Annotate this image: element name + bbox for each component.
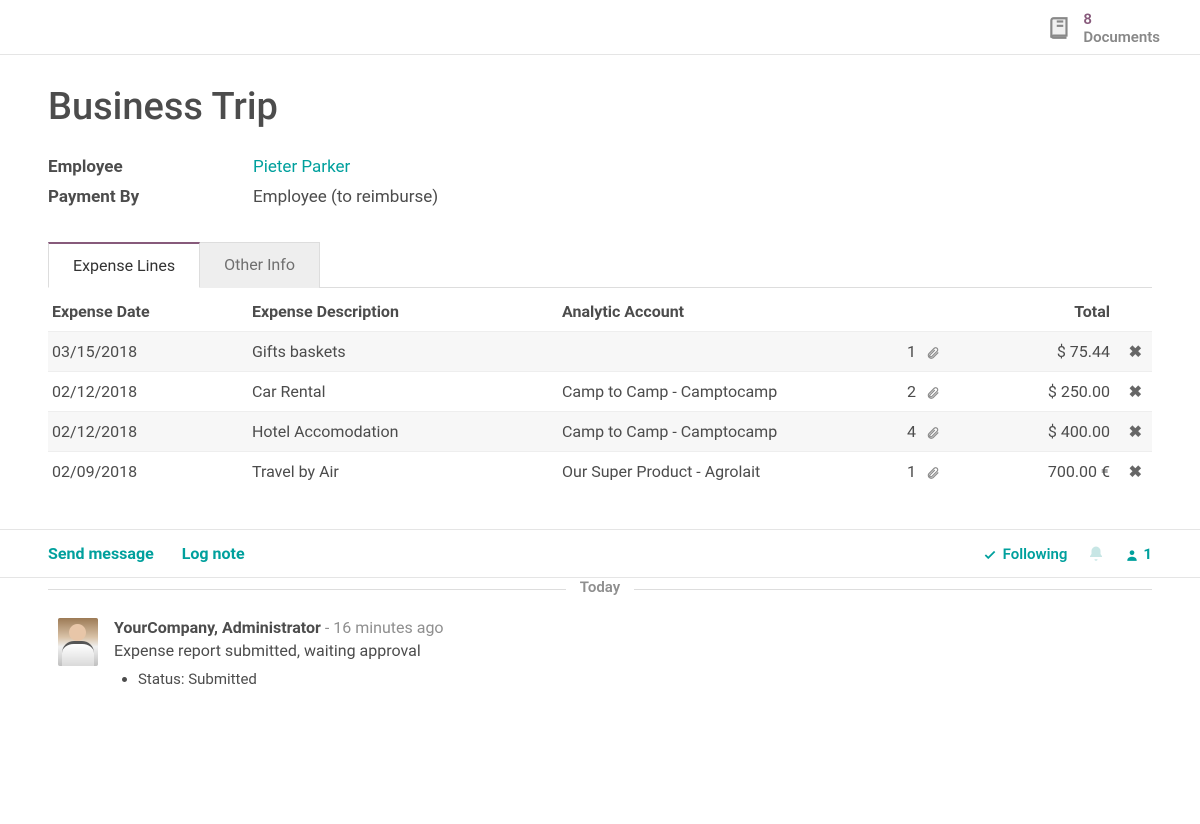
expense-table: Expense Date Expense Description Analyti…	[48, 288, 1152, 491]
payment-by-value: Employee (to reimburse)	[253, 187, 438, 207]
top-bar: 8 Documents	[0, 0, 1200, 55]
table-row[interactable]: 02/12/2018 Car Rental Camp to Camp - Cam…	[48, 372, 1152, 412]
col-date[interactable]: Expense Date	[48, 288, 248, 332]
delete-icon[interactable]: ✖	[1123, 382, 1148, 401]
table-row[interactable]: 02/12/2018 Hotel Accomodation Camp to Ca…	[48, 412, 1152, 452]
message-time: - 16 minutes ago	[325, 618, 444, 637]
table-row[interactable]: 03/15/2018 Gifts baskets 1 $ 75.44 ✖	[48, 332, 1152, 372]
cell-date: 03/15/2018	[48, 332, 248, 372]
cell-analytic: Our Super Product - Agrolait	[558, 452, 874, 492]
cell-analytic: Camp to Camp - Camptocamp	[558, 412, 874, 452]
tab-bar: Expense Lines Other Info	[48, 241, 1152, 288]
col-attachments	[874, 288, 944, 332]
chatter-message: YourCompany, Administrator - 16 minutes …	[0, 600, 1200, 702]
following-label: Following	[1003, 545, 1068, 563]
bell-icon[interactable]	[1087, 544, 1105, 563]
employee-field: Employee Pieter Parker	[48, 157, 1152, 177]
cell-analytic	[558, 332, 874, 372]
col-total[interactable]: Total	[944, 288, 1114, 332]
person-icon	[1125, 545, 1139, 563]
log-note-button[interactable]: Log note	[182, 544, 245, 563]
delete-icon[interactable]: ✖	[1123, 462, 1148, 481]
date-separator-label: Today	[566, 578, 634, 596]
payment-by-label: Payment By	[48, 187, 253, 207]
col-analytic[interactable]: Analytic Account	[558, 288, 874, 332]
followers-count: 1	[1143, 545, 1152, 563]
send-message-button[interactable]: Send message	[48, 544, 154, 563]
cell-date: 02/12/2018	[48, 372, 248, 412]
employee-label: Employee	[48, 157, 253, 177]
chatter-bar: Send message Log note Following 1	[0, 529, 1200, 578]
cell-description: Car Rental	[248, 372, 558, 412]
paperclip-icon[interactable]	[926, 342, 940, 361]
payment-by-field: Payment By Employee (to reimburse)	[48, 187, 1152, 207]
cell-attachments: 1	[874, 332, 944, 372]
message-author[interactable]: YourCompany, Administrator	[114, 618, 321, 637]
check-icon	[983, 545, 997, 563]
tab-other-info[interactable]: Other Info	[200, 242, 320, 288]
cell-description: Hotel Accomodation	[248, 412, 558, 452]
cell-attachments: 4	[874, 412, 944, 452]
col-actions	[1114, 288, 1152, 332]
col-description[interactable]: Expense Description	[248, 288, 558, 332]
tab-expense-lines[interactable]: Expense Lines	[48, 242, 200, 288]
cell-date: 02/12/2018	[48, 412, 248, 452]
cell-description: Travel by Air	[248, 452, 558, 492]
delete-icon[interactable]: ✖	[1123, 342, 1148, 361]
message-body: Expense report submitted, waiting approv…	[114, 641, 1152, 660]
followers-button[interactable]: 1	[1125, 545, 1152, 563]
documents-label: Documents	[1083, 28, 1160, 46]
paperclip-icon[interactable]	[926, 382, 940, 401]
delete-icon[interactable]: ✖	[1123, 422, 1148, 441]
date-separator: Today	[48, 578, 1152, 600]
main-content: Business Trip Employee Pieter Parker Pay…	[0, 55, 1200, 491]
documents-count: 8	[1083, 10, 1160, 28]
cell-total: $ 250.00	[944, 372, 1114, 412]
following-button[interactable]: Following	[983, 545, 1068, 563]
book-icon	[1047, 15, 1073, 41]
documents-button[interactable]: 8 Documents	[1047, 10, 1160, 46]
paperclip-icon[interactable]	[926, 462, 940, 481]
page-title: Business Trip	[48, 85, 1152, 129]
cell-attachments: 1	[874, 452, 944, 492]
cell-attachments: 2	[874, 372, 944, 412]
cell-date: 02/09/2018	[48, 452, 248, 492]
cell-description: Gifts baskets	[248, 332, 558, 372]
avatar[interactable]	[58, 618, 98, 666]
table-row[interactable]: 02/09/2018 Travel by Air Our Super Produ…	[48, 452, 1152, 492]
paperclip-icon[interactable]	[926, 422, 940, 441]
cell-total: $ 400.00	[944, 412, 1114, 452]
cell-total: 700.00 €	[944, 452, 1114, 492]
message-status-line: Status: Submitted	[138, 670, 1152, 688]
cell-total: $ 75.44	[944, 332, 1114, 372]
cell-analytic: Camp to Camp - Camptocamp	[558, 372, 874, 412]
employee-value[interactable]: Pieter Parker	[253, 157, 350, 177]
